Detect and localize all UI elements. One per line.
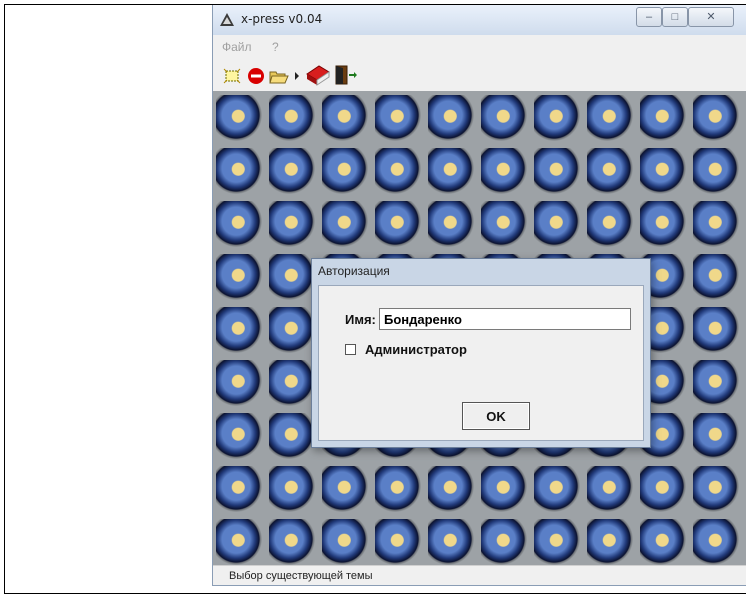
status-text: Выбор существующей темы	[229, 570, 373, 582]
title-bar[interactable]: x-press v0.04 – □ ✕	[213, 5, 746, 35]
arrow-icon[interactable]	[293, 71, 301, 81]
exit-door-icon[interactable]	[333, 64, 357, 86]
app-triangle-icon	[220, 13, 234, 26]
admin-checkbox[interactable]	[345, 344, 356, 355]
ok-button[interactable]: OK	[462, 402, 530, 430]
menu-bar: Файл ?	[213, 35, 746, 59]
minimize-button[interactable]: –	[636, 7, 662, 27]
name-input[interactable]	[379, 308, 631, 330]
name-label: Имя:	[345, 312, 376, 327]
dialog-body: Имя: Администратор OK	[318, 285, 644, 441]
dialog-title: Авторизация	[318, 264, 390, 278]
new-theme-icon[interactable]	[223, 68, 241, 84]
toolbar	[213, 59, 746, 91]
menu-help[interactable]: ?	[272, 40, 279, 54]
window-title: x-press v0.04	[241, 12, 323, 26]
authorization-dialog: Авторизация Имя: Администратор OK	[311, 258, 651, 448]
stop-icon[interactable]	[247, 67, 265, 85]
status-bar: Выбор существующей темы	[213, 565, 746, 585]
book-icon[interactable]	[305, 64, 331, 86]
menu-file[interactable]: Файл	[222, 40, 252, 54]
open-folder-icon[interactable]	[269, 68, 289, 84]
admin-checkbox-label[interactable]: Администратор	[365, 342, 467, 357]
maximize-button[interactable]: □	[662, 7, 688, 27]
close-button[interactable]: ✕	[688, 7, 734, 27]
